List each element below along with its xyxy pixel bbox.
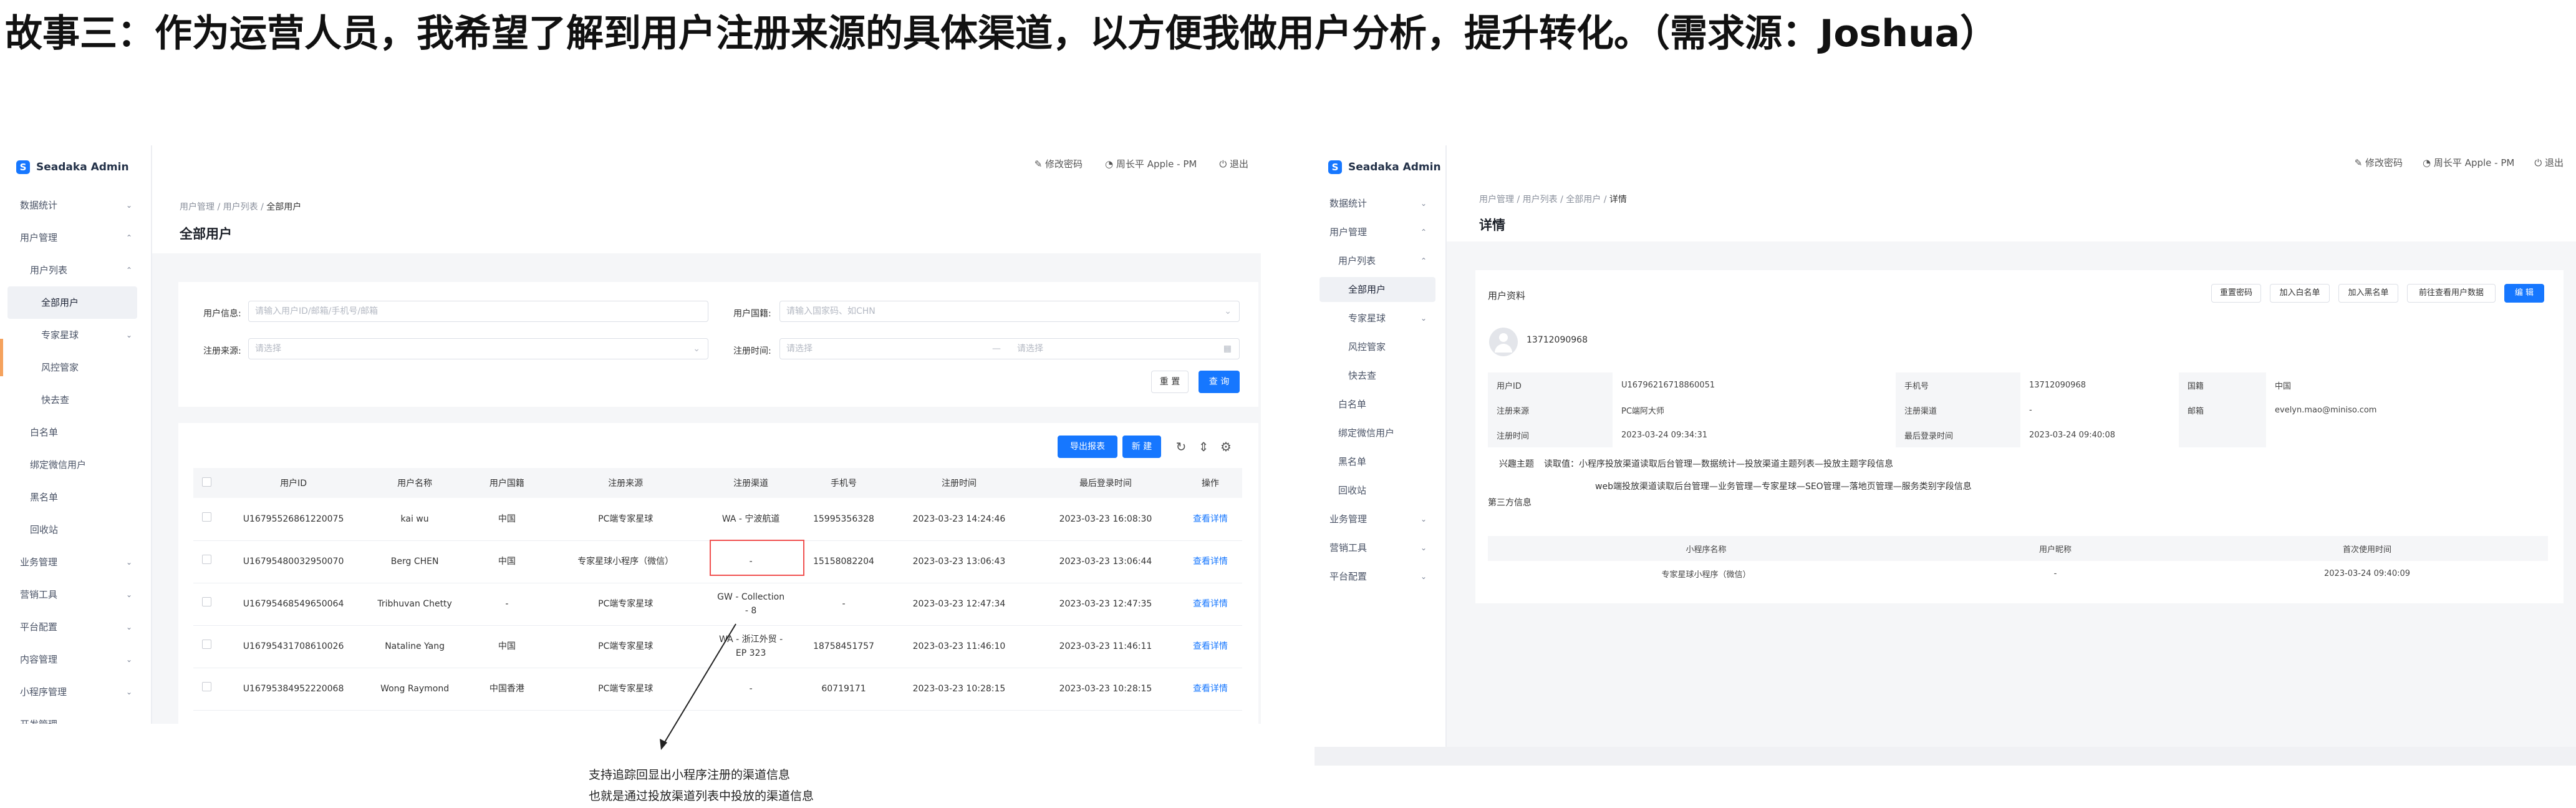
- chevron-up-icon: ⌃: [1420, 228, 1427, 236]
- breadcrumb: 用户管理 / 用户列表 / 全部用户 / 详情: [1479, 195, 1627, 205]
- chevron-down-icon: ⌄: [1420, 199, 1427, 208]
- chevron-down-icon: ⌄: [1420, 314, 1427, 323]
- sidebar-item-marketing[interactable]: 营销工具 ⌄: [1315, 533, 1445, 562]
- table-row: 专家星球小程序（微信） - 2023-03-24 09:40:09: [1661, 568, 2411, 580]
- power-icon: ⏻: [2534, 157, 2542, 168]
- logo-icon: S: [1328, 160, 1342, 174]
- view-user-data-button[interactable]: 前往查看用户数据: [2407, 284, 2496, 303]
- sidebar-item-whitelist[interactable]: 白名单: [1315, 390, 1445, 419]
- edit-button[interactable]: 编 辑: [2504, 284, 2544, 303]
- sidebar-item-platform[interactable]: 平台配置 ⌄: [1315, 562, 1445, 591]
- change-password-link[interactable]: ✎ 修改密码: [2355, 156, 2403, 169]
- interest-note-2: web端投放渠道读取后台管理—业务管理—专家星球—SEO管理—落地页管理—服务类…: [1595, 482, 1972, 492]
- detail-card: 用户资料 重置密码 加入白名单 加入黑名单 前往查看用户数据 编 辑 13712…: [1475, 270, 2564, 603]
- sidebar-item-recycle[interactable]: 回收站: [1315, 476, 1445, 505]
- third-party-label: 第三方信息: [1488, 498, 1532, 508]
- sidebar-item-wechat-bound[interactable]: 绑定微信用户: [1315, 419, 1445, 447]
- interest-label: 兴趣主题: [1499, 459, 1534, 469]
- sidebar-item-data-stats[interactable]: 数据统计 ⌄: [1315, 189, 1445, 218]
- sidebar: S Seadaka Admin 数据统计 ⌄ 用户管理 ⌃ 用户列表 ⌃ 全部用户 专家…: [1315, 145, 1447, 766]
- main-content: ✎ 修改密码 ◔ 周长平 Apple - PM ⏻ 退出 用户管理 / 用户列表…: [1447, 145, 2576, 766]
- sidebar-item-kuaiqu[interactable]: 快去查: [1315, 361, 1445, 390]
- user-info-table: 用户ID U16796216718860051 手机号 13712090968 国籍…: [1488, 372, 2548, 447]
- page-title: 详情: [1479, 218, 1505, 233]
- topbar: ✎ 修改密码 ◔ 周长平 Apple - PM ⏻ 退出: [1447, 145, 2576, 179]
- panel-footer: [1315, 747, 2576, 766]
- user-detail-screenshot: S Seadaka Admin 数据统计 ⌄ 用户管理 ⌃ 用户列表 ⌃ 全部用户 专家…: [1315, 145, 2576, 766]
- annotation-line-1: 支持追踪回显出小程序注册的渠道信息: [589, 768, 791, 782]
- info-row: 注册时间 2023-03-24 09:34:31 最后登录时间 2023-03-24…: [1488, 422, 2548, 447]
- user-phone: 13712090968: [1527, 335, 1588, 345]
- add-blacklist-button[interactable]: 加入黑名单: [2338, 284, 2398, 303]
- add-whitelist-button[interactable]: 加入白名单: [2270, 284, 2330, 303]
- chevron-down-icon: ⌄: [1420, 572, 1427, 581]
- third-party-table: 小程序名称 用户昵称 首次使用时间 专家星球小程序（微信） - 2023-03-…: [1488, 536, 2548, 586]
- sidebar-item-user-list[interactable]: 用户列表 ⌃: [1315, 246, 1445, 275]
- sidebar-item-expert-planet[interactable]: 专家星球 ⌄: [1315, 304, 1445, 333]
- avatar: [1489, 328, 1518, 356]
- chevron-down-icon: ⌄: [1420, 543, 1427, 552]
- reset-password-button[interactable]: 重置密码: [2211, 284, 2261, 303]
- user-menu[interactable]: ◔ 周长平 Apple - PM: [2423, 156, 2514, 169]
- page-header: 用户管理 / 用户列表 / 全部用户 / 详情 详情: [1447, 179, 2576, 241]
- info-row: 注册来源 PC端阿大师 注册渠道 - 邮箱 evelyn.mao@miniso.com: [1488, 397, 2548, 422]
- app-logo[interactable]: S Seadaka Admin: [1315, 145, 1445, 189]
- chevron-down-icon: ⌄: [1420, 515, 1427, 523]
- sidebar-item-user-mgmt[interactable]: 用户管理 ⌃: [1315, 218, 1445, 246]
- section-label: 用户资料: [1488, 290, 1526, 301]
- logout-link[interactable]: ⏻ 退出: [2534, 156, 2564, 169]
- sidebar-item-blacklist[interactable]: 黑名单: [1315, 447, 1445, 476]
- interest-note-1: 读取值：小程序投放渠道读取后台管理—数据统计—投放渠道主题列表—投放主题字段信息: [1544, 459, 1893, 469]
- annotation-line-2: 也就是通过投放渠道列表中投放的渠道信息: [589, 789, 814, 803]
- sidebar-item-all-users[interactable]: 全部用户: [1319, 277, 1435, 302]
- chevron-up-icon: ⌃: [1420, 256, 1427, 265]
- sidebar-item-business[interactable]: 业务管理 ⌄: [1315, 505, 1445, 533]
- info-row: 用户ID U16796216718860051 手机号 13712090968 国籍…: [1488, 372, 2548, 397]
- sidebar-item-risk-mgmt[interactable]: 风控管家: [1315, 333, 1445, 361]
- user-icon: ◔: [2423, 157, 2431, 168]
